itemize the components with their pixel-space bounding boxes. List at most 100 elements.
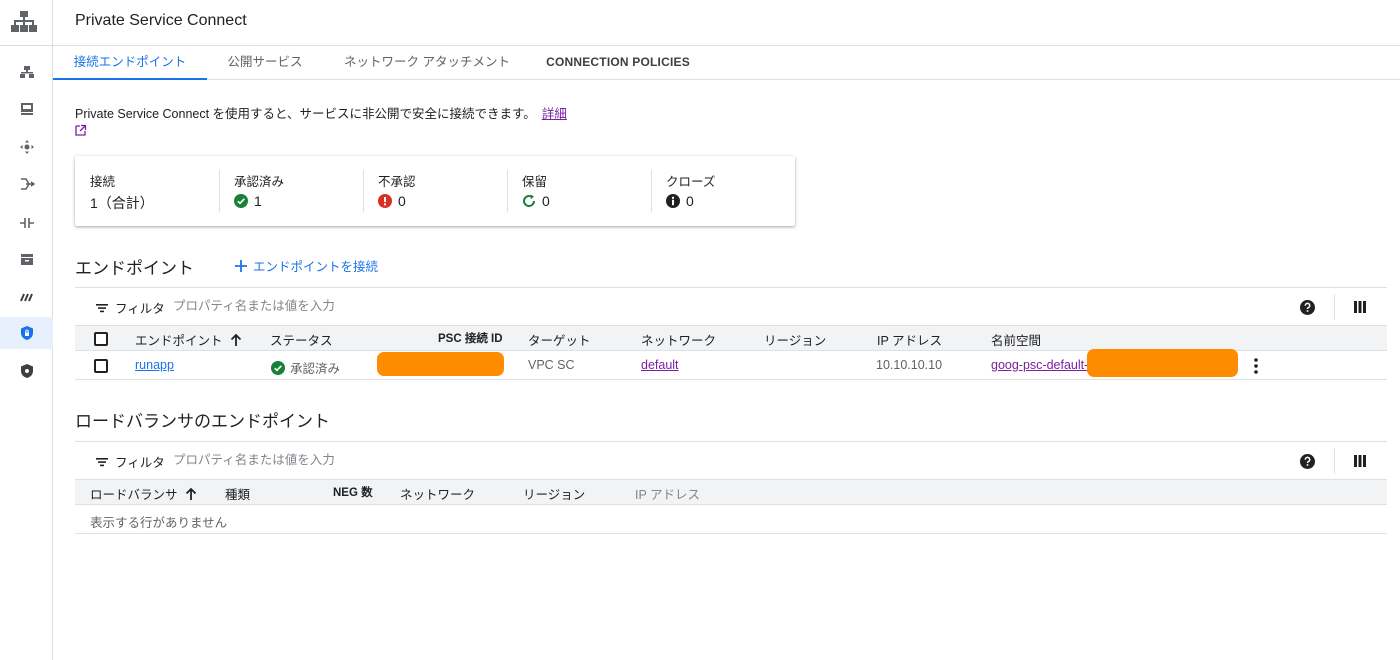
connect-endpoint-label: エンドポイントを接続 <box>253 260 379 274</box>
connect-endpoint-button[interactable]: エンドポイントを接続 <box>234 256 378 275</box>
stat-label: 承認済み <box>234 175 285 189</box>
interconnect-icon <box>19 218 34 228</box>
network-services-icon <box>19 293 33 302</box>
column-header-target[interactable]: ターゲット <box>528 330 591 349</box>
column-display-icon[interactable] <box>1353 300 1367 314</box>
column-header-status[interactable]: ステータス <box>270 330 333 349</box>
table-bottom-border <box>75 533 1387 534</box>
column-header-psc-id[interactable]: PSC 接続 ID <box>438 330 503 346</box>
redacted-psc-id <box>377 352 504 376</box>
stat-rejected: 不承認 0 <box>363 156 507 226</box>
tab-published-services[interactable]: 公開サービス <box>217 46 313 80</box>
column-header-neg-count[interactable]: NEG 数 <box>333 484 373 500</box>
column-header-network[interactable]: ネットワーク <box>641 330 716 349</box>
column-header-ip-address[interactable]: IP アドレス <box>877 330 942 349</box>
rail-item-routes[interactable] <box>0 131 53 163</box>
stat-value: 0 <box>378 193 406 209</box>
column-header-endpoint[interactable]: エンドポイント <box>135 330 243 349</box>
learn-more-link[interactable]: 詳細 <box>542 107 567 121</box>
help-icon[interactable] <box>1300 300 1315 315</box>
storage-icon <box>20 254 33 265</box>
stat-accepted: 承認済み 1 <box>219 156 363 226</box>
empty-table-message: 表示する行がありません <box>90 516 228 530</box>
stat-count: 1 <box>254 193 262 209</box>
column-header-network[interactable]: ネットワーク <box>400 484 475 503</box>
column-header-type[interactable]: 種類 <box>225 484 250 503</box>
status-cell: 承認済み <box>271 358 340 377</box>
filter-button[interactable]: フィルタ <box>95 298 165 317</box>
lb-filter-bar: フィルタ <box>75 441 1387 479</box>
column-header-label: エンドポイント <box>135 334 223 348</box>
column-header-region[interactable]: リージョン <box>764 330 826 349</box>
check-circle-icon <box>271 360 285 375</box>
filter-button[interactable]: フィルタ <box>95 452 165 471</box>
toolbar-divider <box>1334 448 1335 474</box>
error-icon <box>378 194 392 208</box>
endpoints-table-header: エンドポイント ステータス PSC 接続 ID ターゲット ネットワーク リージ… <box>75 325 1387 351</box>
connection-summary-card: 接続 1（合計） 承認済み 1 不承認 0 保留 0 クローズ 0 <box>75 156 795 226</box>
stat-pending: 保留 0 <box>507 156 651 226</box>
lb-filter-input[interactable] <box>173 450 673 470</box>
stat-total: 接続 1（合計） <box>75 156 219 226</box>
rail-item-security[interactable] <box>0 355 53 387</box>
stat-value: 0 <box>666 193 694 209</box>
info-icon <box>666 194 680 208</box>
endpoints-filter-input[interactable] <box>173 296 673 316</box>
rail-item-network-topology[interactable] <box>0 56 53 88</box>
column-header-region[interactable]: リージョン <box>523 484 585 503</box>
endpoint-name-link[interactable]: runapp <box>135 358 174 372</box>
check-circle-icon <box>234 194 248 208</box>
stat-label: 不承認 <box>378 175 416 189</box>
stat-count: 0 <box>542 193 550 209</box>
page-title: Private Service Connect <box>75 12 247 29</box>
namespace-link[interactable]: goog-psc-default- <box>991 358 1088 372</box>
toolbar-divider <box>1334 294 1335 320</box>
column-display-icon[interactable] <box>1353 454 1367 468</box>
column-header-ip-address[interactable]: IP アドレス <box>635 484 700 503</box>
endpoints-section-title: エンドポイント <box>75 259 194 278</box>
left-nav-rail <box>0 0 53 660</box>
private-service-connect-icon <box>20 326 33 340</box>
rail-item-load-balancing[interactable] <box>0 168 53 200</box>
rail-divider <box>0 45 53 46</box>
select-all-checkbox[interactable] <box>94 332 108 346</box>
vpc-network-logo-icon[interactable] <box>10 8 38 36</box>
stat-count: 0 <box>398 193 406 209</box>
table-row: runapp 承認済み VPC SC default 10.10.10.10 g… <box>75 349 1387 380</box>
row-checkbox[interactable] <box>94 359 108 373</box>
vm-instance-icon <box>20 103 33 115</box>
filter-icon <box>96 303 108 312</box>
page-description: Private Service Connect を使用すると、サービスに非公開で… <box>75 103 567 122</box>
load-balancing-icon <box>20 178 35 190</box>
stat-count: 1（合計） <box>90 195 154 211</box>
help-icon[interactable] <box>1300 454 1315 469</box>
rail-item-vm-instance[interactable] <box>0 93 53 125</box>
tab-connected-endpoints[interactable]: 接続エンドポイント <box>53 46 207 80</box>
column-header-load-balancer[interactable]: ロードバランサ <box>90 484 198 503</box>
stat-closed: クローズ 0 <box>651 156 795 226</box>
rail-item-private-service-connect[interactable] <box>0 317 53 349</box>
tab-bar: 接続エンドポイント 公開サービス ネットワーク アタッチメント CONNECTI… <box>53 46 1400 80</box>
redacted-namespace <box>1087 349 1238 377</box>
lb-table-header: ロードバランサ 種類 NEG 数 ネットワーク リージョン IP アドレス <box>75 479 1387 505</box>
stat-value: 1（合計） <box>90 193 154 213</box>
status-text: 承認済み <box>290 362 341 376</box>
stat-label: 保留 <box>522 175 548 189</box>
external-link-icon[interactable] <box>74 124 87 137</box>
stat-label: 接続 <box>90 175 116 189</box>
stat-value: 1 <box>234 193 262 209</box>
rail-item-storage[interactable] <box>0 243 53 275</box>
network-link[interactable]: default <box>641 358 679 372</box>
rail-item-interconnect[interactable] <box>0 206 53 238</box>
security-shield-icon <box>20 364 33 378</box>
column-header-namespace[interactable]: 名前空間 <box>991 330 1041 349</box>
stat-value: 0 <box>522 193 550 209</box>
add-icon <box>235 259 247 272</box>
tab-network-attachments[interactable]: ネットワーク アタッチメント <box>339 46 515 80</box>
more-actions-icon[interactable] <box>1249 357 1263 375</box>
ip-address-cell: 10.10.10.10 <box>876 358 943 372</box>
tab-connection-policies[interactable]: CONNECTION POLICIES <box>543 46 693 80</box>
rail-item-network-services[interactable] <box>0 281 53 313</box>
routes-icon <box>19 140 34 154</box>
page-header: Private Service Connect <box>53 0 1400 46</box>
